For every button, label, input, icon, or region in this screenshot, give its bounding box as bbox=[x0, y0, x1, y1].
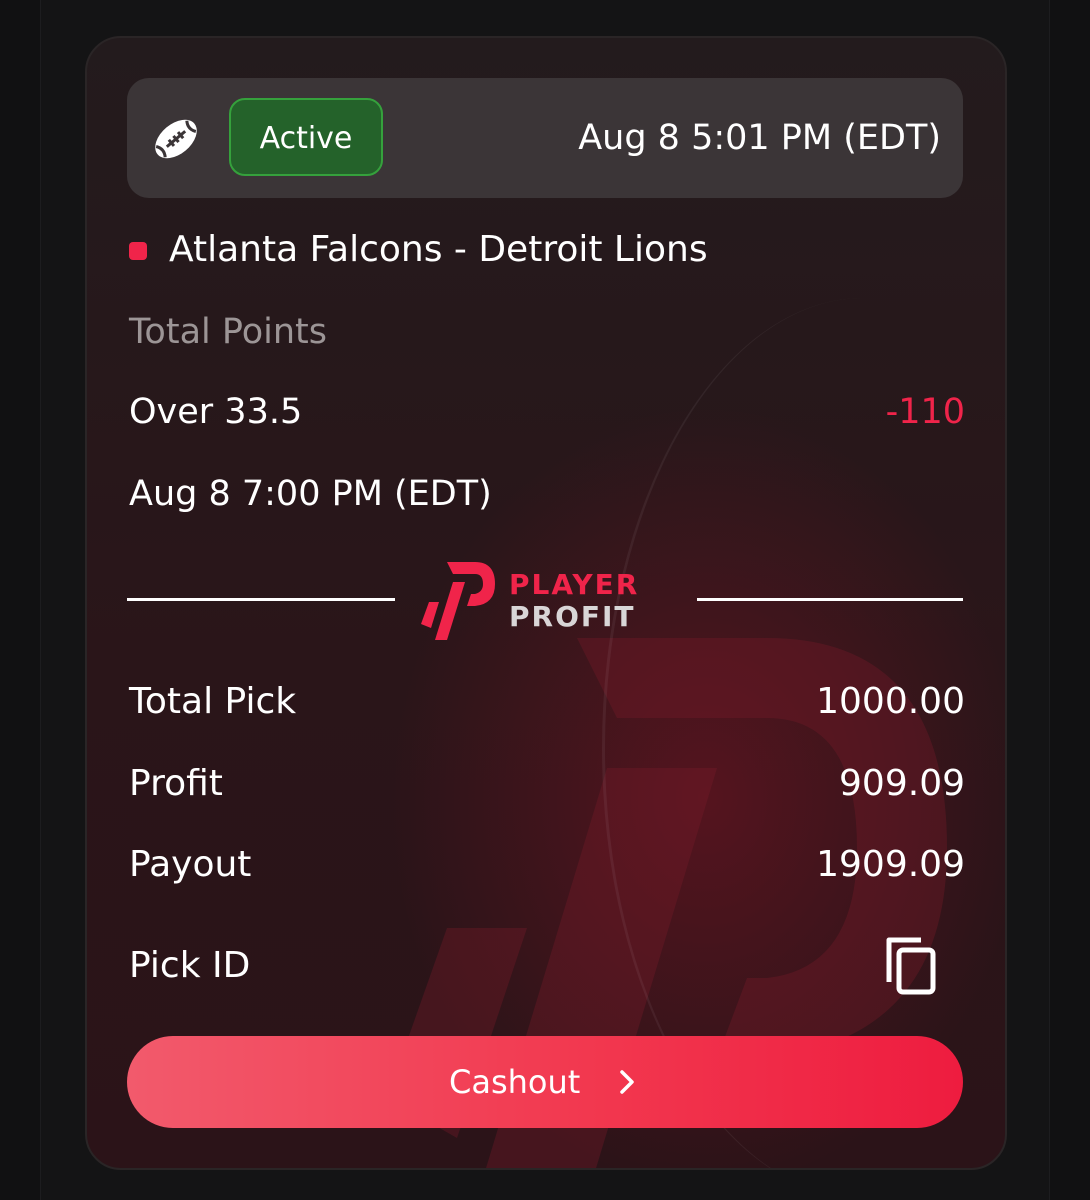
placed-time: Aug 8 5:01 PM (EDT) bbox=[578, 118, 941, 158]
pick-id-label: Pick ID bbox=[129, 945, 251, 986]
profit-label: Profit bbox=[129, 763, 223, 804]
total-pick-value: 1000.00 bbox=[816, 681, 965, 722]
bet-header: Active Aug 8 5:01 PM (EDT) bbox=[127, 78, 963, 198]
match-indicator-dot bbox=[129, 242, 147, 260]
brand-logo-icon bbox=[421, 562, 495, 640]
copy-icon[interactable] bbox=[885, 936, 939, 996]
divider-left bbox=[127, 598, 395, 601]
selection: Over 33.5 bbox=[129, 392, 303, 432]
divider-right bbox=[697, 598, 963, 601]
cashout-label: Cashout bbox=[449, 1063, 581, 1101]
status-badge: Active bbox=[229, 98, 383, 176]
brand-word-1: PLAYER bbox=[509, 568, 640, 601]
match-name: Atlanta Falcons - Detroit Lions bbox=[169, 229, 708, 270]
bet-card: Active Aug 8 5:01 PM (EDT) Atlanta Falco… bbox=[85, 36, 1007, 1170]
payout-value: 1909.09 bbox=[816, 844, 965, 885]
profit-value: 909.09 bbox=[839, 763, 965, 804]
brand-word-2: PROFIT bbox=[509, 600, 636, 633]
payout-label: Payout bbox=[129, 844, 252, 885]
event-time: Aug 8 7:00 PM (EDT) bbox=[129, 474, 492, 514]
football-icon bbox=[155, 119, 197, 159]
player-profit-logo: PLAYER PROFIT bbox=[417, 558, 679, 642]
cashout-button[interactable]: Cashout bbox=[127, 1036, 963, 1128]
market-type: Total Points bbox=[129, 312, 328, 352]
chevron-right-icon bbox=[620, 1070, 634, 1094]
total-pick-label: Total Pick bbox=[129, 681, 297, 722]
odds: -110 bbox=[885, 392, 965, 432]
